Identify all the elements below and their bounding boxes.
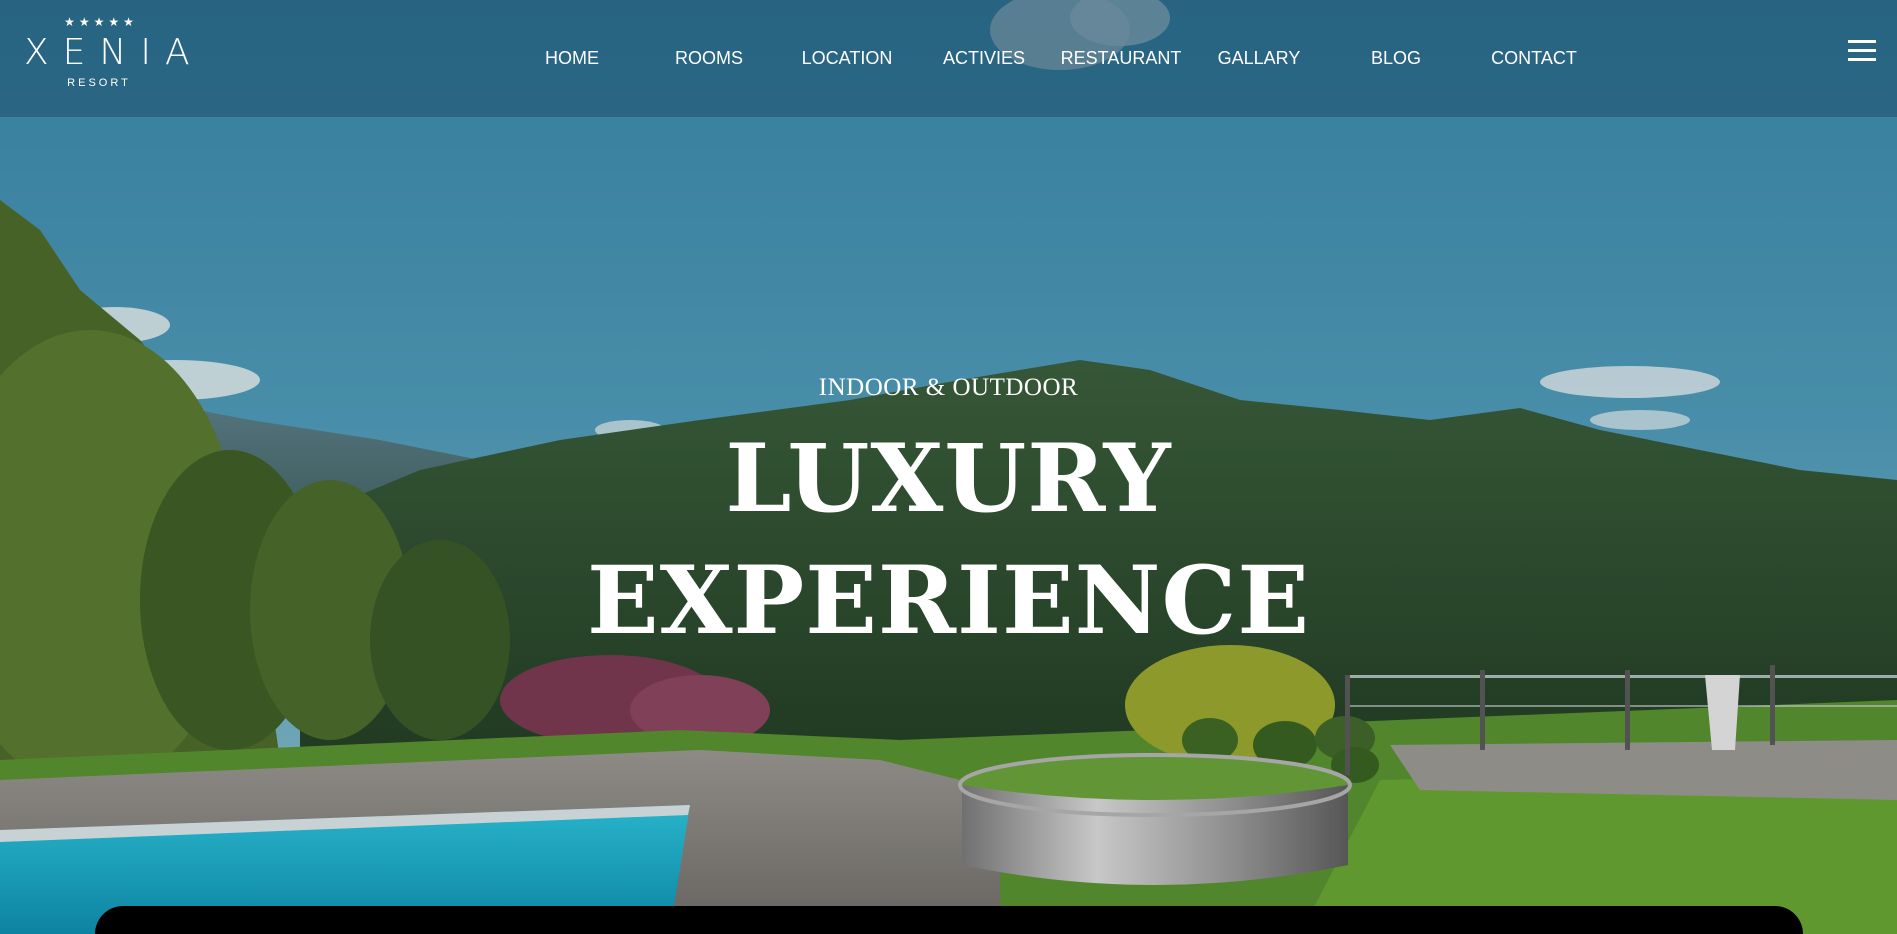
nav-rooms[interactable]: ROOMS [639,46,779,70]
nav-contact[interactable]: CONTACT [1464,46,1604,70]
brand-subtitle: RESORT [67,77,131,89]
brand-name: XENIA [24,32,204,73]
brand-logo[interactable]: ★★★★★ XENIA RESORT [14,14,204,106]
booking-bar[interactable] [95,906,1803,934]
hamburger-bar [1848,49,1876,52]
hero-section: ★★★★★ XENIA RESORT HOME ROOMS LOCATION A… [0,0,1897,934]
hamburger-bar [1848,58,1876,61]
nav-location[interactable]: LOCATION [777,46,917,70]
hamburger-bar [1848,40,1876,43]
hero-eyebrow: INDOOR & OUTDOOR [818,374,1079,401]
hero-title-line1: LUXURY [725,424,1172,534]
hamburger-menu-icon[interactable] [1848,40,1876,66]
nav-activities[interactable]: ACTIVIES [914,46,1054,70]
hero-title-line2: EXPERIENCE [586,546,1311,656]
top-navbar: ★★★★★ XENIA RESORT HOME ROOMS LOCATION A… [0,0,1897,117]
rating-stars-icon: ★★★★★ [64,15,138,29]
nav-restaurant[interactable]: RESTAURANT [1051,46,1191,70]
nav-blog[interactable]: BLOG [1326,46,1466,70]
nav-gallery[interactable]: GALLARY [1189,46,1329,70]
nav-home[interactable]: HOME [502,46,642,70]
